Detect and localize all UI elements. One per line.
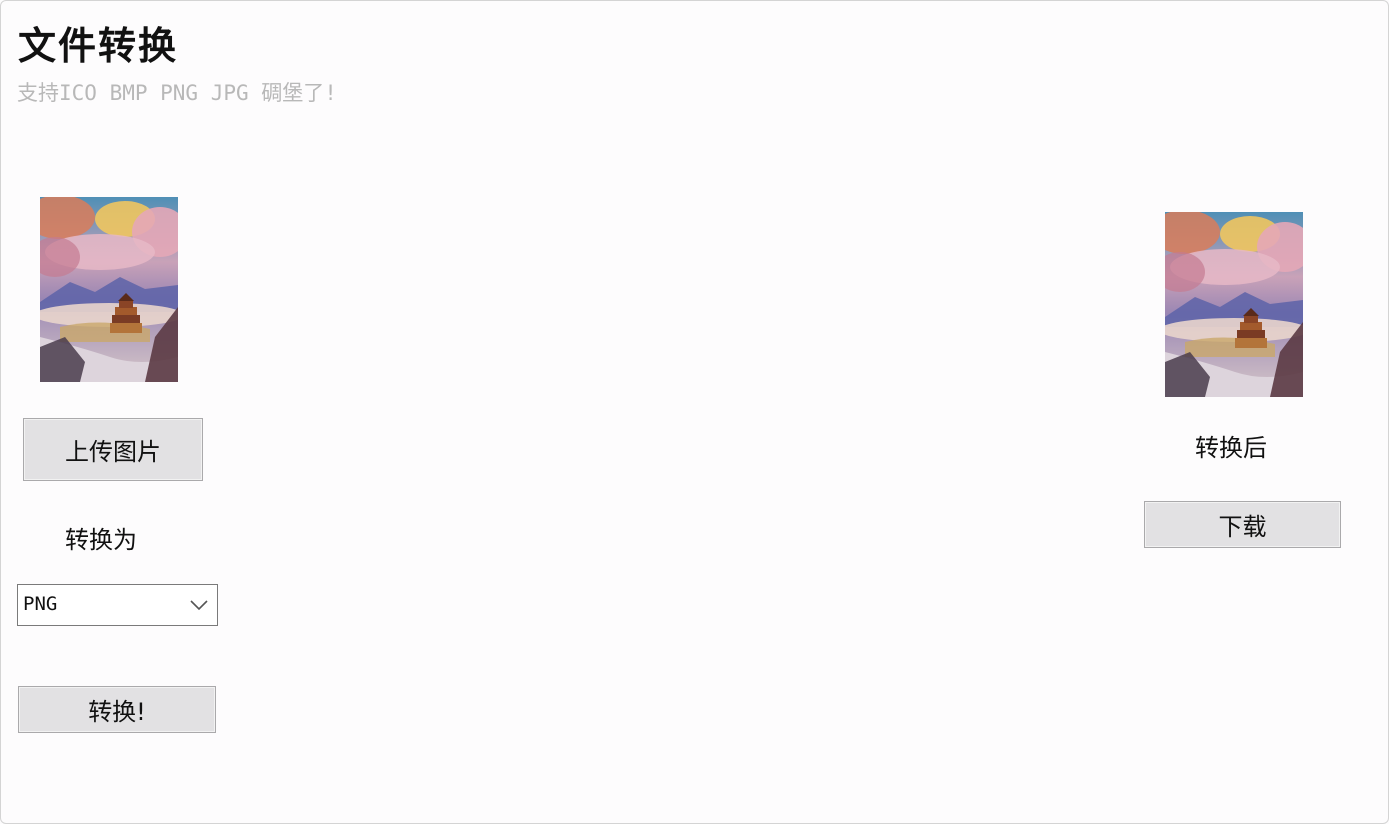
format-select-value: PNG [23, 593, 58, 615]
convert-to-label: 转换为 [65, 526, 137, 554]
converted-image-preview [1165, 212, 1303, 397]
download-button[interactable]: 下载 [1144, 501, 1341, 548]
convert-button[interactable]: 转换! [18, 686, 216, 733]
page-subtitle: 支持ICO BMP PNG JPG 碉堡了! [17, 81, 337, 105]
landscape-painting-image [1165, 212, 1303, 397]
chevron-down-icon [190, 600, 208, 611]
app-window: 文件转换 支持ICO BMP PNG JPG 碉堡了! 上传图片 转换为 PNG… [0, 0, 1389, 824]
page-title: 文件转换 [18, 23, 179, 68]
source-image-preview [40, 197, 178, 382]
upload-image-button[interactable]: 上传图片 [23, 418, 203, 481]
landscape-painting-image [40, 197, 178, 382]
format-select[interactable]: PNG [17, 584, 218, 626]
converted-label: 转换后 [1195, 434, 1267, 462]
